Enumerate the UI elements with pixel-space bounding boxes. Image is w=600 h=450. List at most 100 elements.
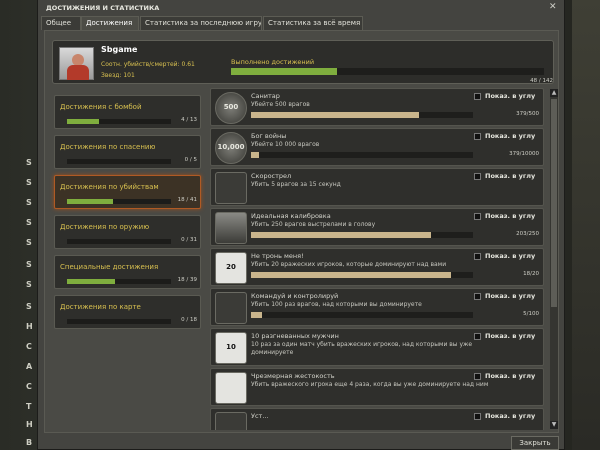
category-map[interactable]: Достижения по карте 0 / 18: [54, 295, 201, 329]
achievement-progress-bar: [251, 312, 473, 318]
scrollbar-thumb[interactable]: [551, 99, 557, 307]
category-bomb[interactable]: Достижения с бомбой 4 / 13: [54, 95, 201, 129]
category-label: Достижения по убийствам: [60, 183, 159, 191]
show-in-corner-checkbox[interactable]: [474, 333, 481, 340]
show-in-corner-checkbox[interactable]: [474, 253, 481, 260]
category-count: 18 / 39: [177, 277, 197, 283]
kill-10000-icon: 10,000: [215, 132, 247, 164]
achievement-description: Убить 100 раз врагов, над которыми вы до…: [251, 301, 422, 308]
achievement-icon: [215, 412, 247, 430]
show-in-corner-checkbox[interactable]: [474, 93, 481, 100]
category-label: Специальные достижения: [60, 263, 159, 271]
achievement-description: 10 раз за один матч убить вражеских игро…: [251, 341, 473, 348]
avenger-icon: 20: [215, 252, 247, 284]
achievements-panel: Sbgame Соотн. убийств/смертей: 0.61 Звез…: [44, 30, 559, 433]
achievement-description: Убейте 10 000 врагов: [251, 141, 320, 148]
category-count: 4 / 13: [181, 117, 197, 123]
category-kills[interactable]: Достижения по убийствам 18 / 41: [54, 175, 201, 209]
achievement-title: Не тронь меня!: [251, 252, 304, 260]
category-weapon[interactable]: Достижения по оружию 0 / 31: [54, 215, 201, 249]
show-in-corner-label: Показ. в углу: [485, 332, 536, 340]
kill-500-icon: 500: [215, 92, 247, 124]
tab-general[interactable]: Общее: [41, 16, 81, 30]
achievement-title: Бог войны: [251, 132, 287, 140]
show-in-corner-checkbox[interactable]: [474, 373, 481, 380]
category-label: Достижения по оружию: [60, 223, 150, 231]
achievement-progress-fill: [251, 232, 432, 238]
achievements-progress-bar: [231, 68, 544, 75]
show-in-corner-checkbox[interactable]: [474, 133, 481, 140]
scroll-up-icon[interactable]: ▲: [550, 89, 558, 97]
achievement-item: Чрезмерная жестокость Убить вражеского иг…: [210, 368, 544, 406]
show-in-corner-label: Показ. в углу: [485, 372, 536, 380]
achievement-item: 10 10 разгневанных мужчин 10 раз за один м…: [210, 328, 544, 366]
achievements-progress-fill: [231, 68, 337, 75]
tab-achievements[interactable]: Достижения: [81, 16, 139, 30]
avatar: [59, 47, 94, 80]
show-in-corner-checkbox[interactable]: [474, 173, 481, 180]
show-in-corner-label: Показ. в углу: [485, 132, 536, 140]
achievement-title: Идеальная калибровка: [251, 212, 331, 220]
show-in-corner-label: Показ. в углу: [485, 92, 536, 100]
achievement-progress-fill: [251, 152, 260, 158]
achievement-list: 500 Санитар Убейте 500 врагов 379/500 Показ.…: [210, 88, 545, 430]
category-rescue[interactable]: Достижения по спасению 0 / 5: [54, 135, 201, 169]
achievement-title: 10 разгневанных мужчин: [251, 332, 339, 340]
achievement-progress-bar: [251, 272, 473, 278]
achievements-count: 48 / 142: [530, 78, 553, 84]
achievement-item: Уст... Показ. в углу: [210, 408, 544, 430]
scrollbar[interactable]: ▲ ▼: [550, 89, 558, 429]
show-in-corner-label: Показ. в углу: [485, 292, 536, 300]
achievement-description: Убейте 500 врагов: [251, 101, 310, 108]
scroll-down-icon[interactable]: ▼: [550, 421, 558, 429]
achievement-description-cont: доминируете: [251, 349, 294, 356]
stars-count: Звезд: 101: [101, 72, 135, 79]
achievement-progress-bar: [251, 232, 473, 238]
achievement-count: 5/100: [523, 311, 539, 317]
show-in-corner-checkbox[interactable]: [474, 413, 481, 420]
tab-all-time-stats[interactable]: Статистика за всё время: [263, 16, 363, 30]
background-right: [572, 0, 600, 450]
achievements-window: ДОСТИЖЕНИЯ И СТАТИСТИКА ✕ Общее Достижен…: [37, 0, 565, 450]
rampage-icon: 10: [215, 332, 247, 364]
tab-bar: Общее Достижения Статистика за последнюю…: [38, 15, 566, 30]
achievement-count: 379/10000: [509, 151, 539, 157]
achievement-description: Убить 250 врагов выстрелами в голову: [251, 221, 376, 228]
fast-kill-icon: [215, 172, 247, 204]
overkill-icon: [215, 372, 247, 404]
category-progress-fill: [67, 199, 113, 204]
achievement-progress-bar: [251, 112, 473, 118]
achievement-progress-fill: [251, 312, 263, 318]
dominator-icon: [215, 292, 247, 324]
category-progress-fill: [67, 119, 100, 124]
tab-last-game-stats[interactable]: Статистика за последнюю игру: [140, 16, 262, 30]
achievement-progress-fill: [251, 112, 420, 118]
category-count: 0 / 31: [181, 237, 197, 243]
show-in-corner-checkbox[interactable]: [474, 293, 481, 300]
show-in-corner-label: Показ. в углу: [485, 412, 536, 420]
title-bar: ДОСТИЖЕНИЯ И СТАТИСТИКА ✕: [38, 0, 566, 15]
close-button[interactable]: Закрыть: [511, 436, 559, 450]
achievement-description: Убить 20 вражеских игроков, которые доми…: [251, 261, 447, 268]
window-title: ДОСТИЖЕНИЯ И СТАТИСТИКА: [46, 4, 160, 12]
show-in-corner-label: Показ. в углу: [485, 172, 536, 180]
achievement-item: Идеальная калибровка Убить 250 врагов выс…: [210, 208, 544, 246]
profile-summary: Sbgame Соотн. убийств/смертей: 0.61 Звез…: [52, 40, 554, 84]
category-count: 18 / 41: [177, 197, 197, 203]
achievement-item: 20 Не тронь меня! Убить 20 вражеских игрок…: [210, 248, 544, 286]
achievement-description: Убить вражеского игрока еще 4 раза, когд…: [251, 381, 489, 388]
achievement-count: 379/500: [516, 111, 539, 117]
category-label: Достижения с бомбой: [60, 103, 142, 111]
background-menu: SSSSSSSSHCACTHB: [0, 0, 40, 450]
achievements-label: Выполнено достижений: [231, 58, 315, 66]
category-count: 0 / 5: [184, 157, 197, 163]
achievement-item: Командуй и контролируй Убить 100 раз враг…: [210, 288, 544, 326]
category-label: Достижения по карте: [60, 303, 141, 311]
achievement-description: Убить 5 врагов за 15 секунд: [251, 181, 341, 188]
category-progress-fill: [67, 279, 116, 284]
category-special[interactable]: Специальные достижения 18 / 39: [54, 255, 201, 289]
achievement-item: Скорострел Убить 5 врагов за 15 секунд Пок…: [210, 168, 544, 206]
achievement-item: 500 Санитар Убейте 500 врагов 379/500 Показ.…: [210, 88, 544, 126]
show-in-corner-checkbox[interactable]: [474, 213, 481, 220]
close-icon[interactable]: ✕: [549, 3, 557, 12]
